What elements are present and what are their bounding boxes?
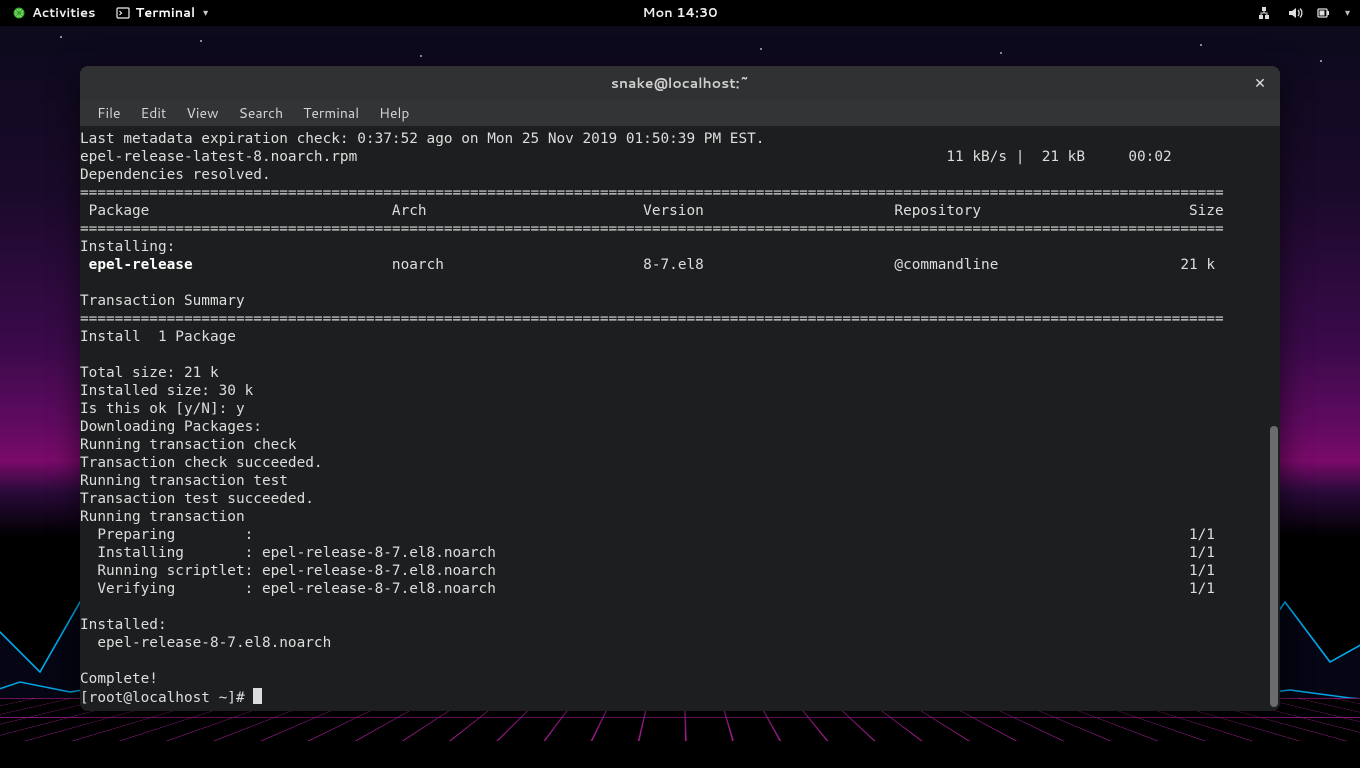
system-menu-chevron-icon[interactable]: ▾ [1345, 6, 1350, 20]
gnome-topbar: Activities Terminal ▾ Mon 14:30 ▾ [0, 0, 1360, 26]
window-titlebar[interactable]: snake@localhost:~ ✕ [80, 66, 1280, 100]
scrollbar-thumb[interactable] [1270, 426, 1278, 707]
chevron-down-icon: ▾ [203, 6, 208, 20]
clock-label: Mon 14:30 [642, 4, 717, 22]
terminal-menubar: File Edit View Search Terminal Help [80, 100, 1280, 126]
network-icon[interactable] [1259, 5, 1275, 21]
app-menu-label: Terminal [136, 4, 196, 22]
power-icon[interactable] [1315, 5, 1331, 21]
window-title: snake@localhost:~ [611, 73, 749, 93]
app-menu-button[interactable]: Terminal ▾ [110, 0, 215, 26]
menu-edit[interactable]: Edit [132, 101, 176, 125]
activities-label: Activities [32, 4, 96, 22]
clock-button[interactable]: Mon 14:30 [636, 0, 723, 26]
terminal-window: snake@localhost:~ ✕ File Edit View Searc… [80, 66, 1280, 711]
terminal-viewport[interactable]: Last metadata expiration check: 0:37:52 … [80, 126, 1280, 711]
activities-icon [12, 6, 26, 20]
terminal-cursor [253, 688, 262, 704]
window-close-button[interactable]: ✕ [1250, 73, 1270, 93]
menu-help[interactable]: Help [370, 101, 418, 125]
menu-search[interactable]: Search [230, 101, 293, 125]
menu-view[interactable]: View [177, 101, 227, 125]
terminal-app-icon [116, 6, 130, 20]
volume-icon[interactable] [1287, 5, 1303, 21]
close-icon: ✕ [1254, 73, 1266, 93]
menu-file[interactable]: File [88, 101, 130, 125]
terminal-scrollbar[interactable] [1268, 126, 1280, 711]
menu-terminal[interactable]: Terminal [294, 101, 368, 125]
activities-button[interactable]: Activities [6, 0, 102, 26]
terminal-output: Last metadata expiration check: 0:37:52 … [80, 126, 1280, 711]
